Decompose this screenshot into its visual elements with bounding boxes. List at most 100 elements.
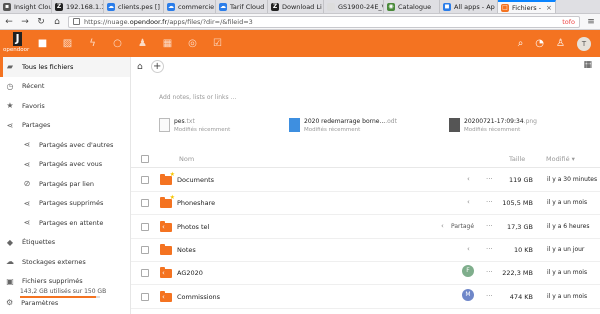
tab-favicon-icon: ◼	[443, 2, 451, 11]
logo[interactable]: J opendoor	[0, 30, 30, 57]
folder-icon: ‹	[160, 290, 172, 302]
photos-app-icon[interactable]: ▨	[55, 38, 80, 49]
browser-tab[interactable]: ☁ commercie	[164, 0, 216, 13]
row-checkbox[interactable]	[141, 269, 149, 278]
file-size: 17,3 GB	[506, 222, 533, 231]
col-name[interactable]: Nom	[179, 155, 194, 163]
col-size[interactable]: Taille	[509, 155, 525, 163]
browser-tab[interactable]: Z 192.168.1.1	[52, 0, 104, 13]
recent-file-card[interactable]: 20200721-17:09:34.png Modifiés récemment	[449, 118, 537, 133]
row-checkbox[interactable]	[141, 176, 149, 184]
share-icon[interactable]: ‹	[441, 222, 444, 230]
recent-file-card[interactable]: 2020 redemarrage borne....odt Modifiés ré…	[289, 118, 397, 133]
file-name[interactable]: Phoneshare	[177, 199, 215, 207]
folder-icon: ‹	[160, 267, 172, 279]
more-actions-icon[interactable]: ···	[486, 268, 493, 276]
browser-tab[interactable]: ☁ clients.pes []	[104, 0, 164, 13]
share-icon[interactable]: ‹	[467, 175, 470, 183]
close-tab-icon[interactable]: ×	[546, 4, 552, 12]
sidebar-item[interactable]: ▰ Tous les fichiers	[0, 57, 130, 77]
browser-tab[interactable]: □ Fichiers - ×	[498, 0, 556, 13]
sidebar-item[interactable]: ★ Favoris	[0, 96, 130, 116]
file-name[interactable]: AG2020	[177, 269, 203, 277]
files-app-icon[interactable]: ■	[30, 38, 55, 49]
notifications-icon[interactable]: ◔	[535, 38, 544, 49]
tab-favicon-icon: ◉	[387, 2, 395, 11]
sidebar-item[interactable]: ☁ Stockages externes	[0, 252, 130, 272]
sidebar-item-label: Stockages externes	[22, 257, 86, 266]
grid-view-icon[interactable]: ▦	[583, 60, 592, 70]
reload-icon[interactable]: ↻	[36, 17, 46, 27]
file-name[interactable]: Documents	[177, 176, 214, 184]
file-size: 474 KB	[509, 292, 533, 301]
col-modified[interactable]: Modifié ▾	[546, 155, 575, 163]
activity-app-icon[interactable]: ϟ	[80, 38, 105, 49]
row-checkbox[interactable]	[141, 245, 149, 254]
file-modified: il y a un jour	[547, 245, 585, 253]
table-row[interactable]: ★ Phoneshare ‹ ··· 105,5 MB il y a un mois	[131, 192, 600, 216]
table-row[interactable]: ★ Documents ‹ ··· 119 GB il y a 30 minutes	[131, 169, 600, 192]
calendar-app-icon[interactable]: ▦	[155, 38, 180, 49]
search-icon[interactable]: ⌕	[518, 38, 524, 49]
sidebar-item[interactable]: ⋖ Partagés avec vous	[0, 155, 130, 175]
share-avatar[interactable]: F	[462, 265, 474, 278]
settings-button[interactable]: ⚙ Paramètres	[6, 298, 58, 307]
menu-icon[interactable]: ≡	[586, 17, 596, 27]
browser-tab[interactable]: Z Download Li	[268, 0, 324, 13]
table-row[interactable]: ‹ AG2020 F ··· 222,3 MB il y a un mois	[131, 262, 600, 286]
user-avatar[interactable]: T	[577, 36, 591, 51]
sidebar-item[interactable]: ◆ Étiquettes	[0, 233, 130, 253]
back-icon[interactable]: ←	[4, 17, 14, 27]
sidebar-item[interactable]: ⋖ Partages en attente	[0, 213, 130, 233]
forward-icon[interactable]: →	[20, 17, 30, 27]
file-thumbnail-icon	[289, 118, 300, 132]
row-checkbox[interactable]	[141, 199, 149, 208]
shared-label[interactable]: Partagé	[451, 223, 474, 230]
recent-file-name: pes	[174, 118, 185, 125]
sidebar-item-icon: ▣	[6, 276, 14, 286]
browser-tab[interactable]: ☁ Tarif Cloud	[216, 0, 268, 13]
file-name[interactable]: Photos tel	[177, 223, 209, 231]
more-actions-icon[interactable]: ···	[486, 245, 493, 253]
table-row[interactable]: ‹ Commissions M ··· 474 KB il y a un mois	[131, 286, 600, 309]
search-app-icon[interactable]: ○	[105, 38, 130, 49]
favorite-star-icon: ★	[169, 171, 175, 178]
sidebar-item[interactable]: ⋖ Partages	[0, 116, 130, 136]
sidebar-item[interactable]: ⋖ Partagés avec d'autres	[0, 135, 130, 155]
file-name[interactable]: Commissions	[177, 293, 220, 301]
more-actions-icon[interactable]: ···	[486, 292, 493, 300]
more-actions-icon[interactable]: ···	[486, 175, 493, 183]
contacts-menu-icon[interactable]: ♙	[556, 38, 565, 49]
browser-tab[interactable]: ◼ All apps - Ap	[440, 0, 498, 13]
sidebar: ▰ Tous les fichiers ◷ Récent ★ Favoris ⋖ Partag…	[0, 57, 131, 314]
home-folder-icon[interactable]: ⌂	[137, 62, 143, 72]
share-avatar[interactable]: M	[462, 288, 474, 301]
more-actions-icon[interactable]: ···	[486, 222, 493, 230]
share-icon[interactable]: ‹	[467, 245, 470, 253]
recent-file-card[interactable]: pes.txt Modifiés récemment	[159, 118, 230, 133]
sidebar-item[interactable]: ⊘ Partagés par lien	[0, 174, 130, 194]
home-icon[interactable]: ⌂	[52, 17, 62, 27]
browser-tab[interactable]: ▪Insight Cloud	[0, 0, 52, 13]
share-icon[interactable]: ‹	[467, 198, 470, 206]
sidebar-item[interactable]: ◷ Récent	[0, 77, 130, 97]
select-all-checkbox[interactable]	[141, 155, 149, 163]
file-name[interactable]: Notes	[177, 246, 196, 254]
tab-label: Fichiers -	[512, 3, 542, 12]
browser-tab[interactable]: ◉ Catalogue	[384, 0, 440, 13]
table-row[interactable]: ‹ Photos tel ‹ Partagé ··· 17,3 GB il y a 6 he…	[131, 216, 600, 239]
maps-app-icon[interactable]: ◎	[180, 38, 205, 49]
url-bar[interactable]: https://nuage. opendoor.fr/apps/files/?di…	[68, 15, 580, 28]
tab-label: Catalogue	[398, 2, 432, 11]
row-checkbox[interactable]	[141, 222, 149, 231]
contacts-app-icon[interactable]: ♟	[130, 38, 155, 49]
new-button[interactable]: +	[150, 60, 164, 73]
browser-tab[interactable]: GS1900-24E_V2	[324, 0, 384, 13]
notes-field[interactable]: Add notes, lists or links …	[159, 94, 237, 101]
row-checkbox[interactable]	[141, 292, 149, 301]
table-row[interactable]: Notes ‹ ··· 10 KB il y a un jour	[131, 239, 600, 262]
tab-favicon-icon: ☁	[167, 2, 175, 11]
sidebar-item[interactable]: ⋖ Partages supprimés	[0, 194, 130, 214]
more-actions-icon[interactable]: ···	[486, 198, 493, 206]
tasks-app-icon[interactable]: ☑	[205, 38, 230, 49]
